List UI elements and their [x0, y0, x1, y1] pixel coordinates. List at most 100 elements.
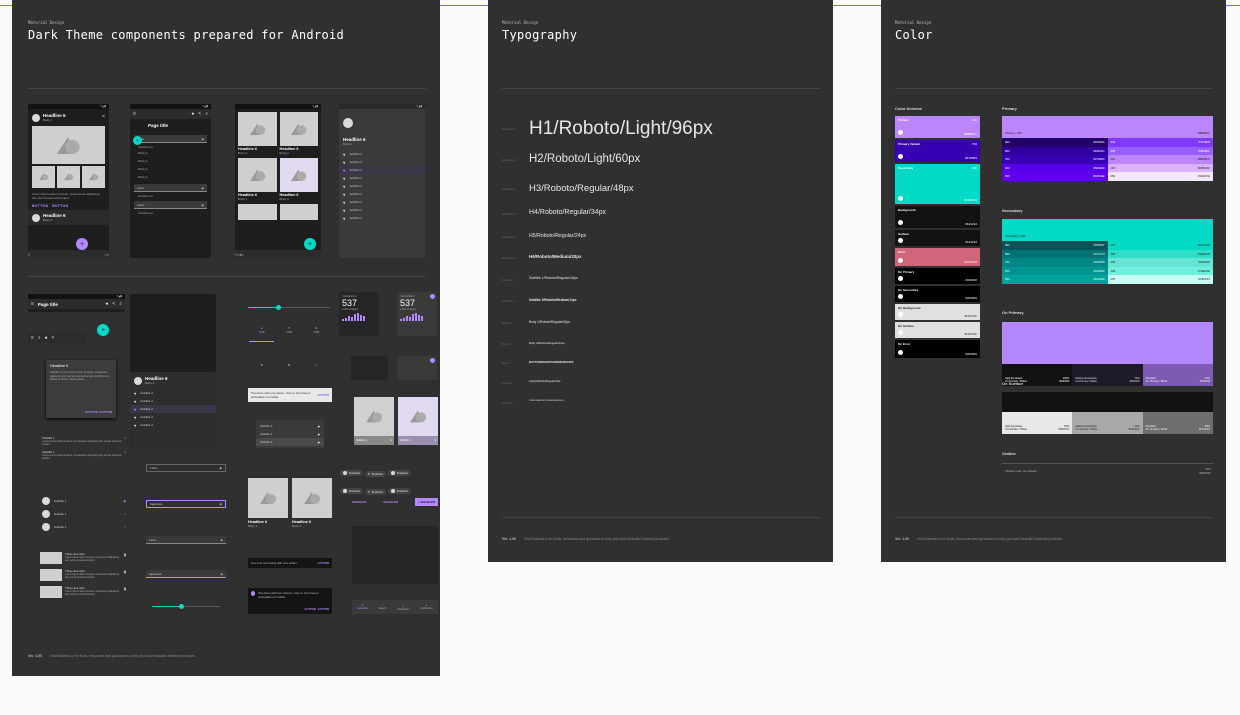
- scheme-swatch[interactable]: Primary Variant 700 #3700B3: [895, 140, 980, 162]
- scheme-swatch[interactable]: On Primary #000000: [895, 268, 980, 284]
- palette-cell[interactable]: 300 #30DDC9: [1107, 249, 1213, 258]
- menu-item[interactable]: Subtitle 1 ♥: [256, 430, 324, 438]
- menu-icon[interactable]: ≡: [28, 252, 30, 257]
- palette-cell[interactable]: 800 #017374: [1002, 249, 1108, 258]
- palette-cell[interactable]: 500 #6200EE: [1002, 172, 1108, 181]
- menu-item[interactable]: Subtitle 1 ♥: [256, 422, 324, 430]
- sheet-item[interactable]: ♥ Subtitle 2: [130, 413, 216, 421]
- chip[interactable]: Enabled: [387, 470, 411, 476]
- empty-card-selected[interactable]: [397, 356, 437, 380]
- nav-item-favorites[interactable]: ♥ Favorites: [357, 604, 367, 610]
- thumb[interactable]: [82, 166, 105, 188]
- menu-icon[interactable]: ≡: [31, 301, 34, 307]
- palette-cell[interactable]: 600 #5600E8: [1002, 163, 1108, 172]
- nav-item-information[interactable]: ⓘ Information: [397, 604, 410, 611]
- menu-icon[interactable]: ≡: [133, 111, 136, 117]
- scheme-swatch[interactable]: Background #121212: [895, 206, 980, 228]
- sheet-item[interactable]: ♥ Subtitle 2: [130, 421, 216, 429]
- palette-cell[interactable]: 300 #985EFF: [1107, 146, 1213, 155]
- palette-cell[interactable]: 700 #3700B3: [1002, 155, 1108, 164]
- scheme-swatch[interactable]: Error #CF6679: [895, 248, 980, 266]
- fab-button[interactable]: +: [133, 136, 142, 145]
- radio-item[interactable]: Subtitle 1 ○: [42, 507, 126, 520]
- chip[interactable]: ♥ Enabled: [365, 489, 386, 495]
- filled-field-focused[interactable]: Input text ◉: [146, 570, 226, 578]
- nav-item-search[interactable]: ⌕ Search: [378, 604, 386, 610]
- fab-button[interactable]: +: [97, 324, 109, 336]
- sheet-item[interactable]: ♥ Subtitle 2: [130, 389, 216, 397]
- palette-cell[interactable]: 500 #01A299: [1002, 275, 1108, 284]
- fab-button[interactable]: +: [304, 238, 316, 250]
- scheme-swatch[interactable]: Secondary 200 #03DAC6: [895, 164, 980, 204]
- palette-cell[interactable]: 200 #66E5D6: [1107, 258, 1213, 267]
- image-card[interactable]: Headline 6 Body 2: [292, 478, 332, 528]
- text-field[interactable]: Label◉: [134, 184, 207, 192]
- share-icon[interactable]: <: [102, 115, 105, 120]
- contained-button[interactable]: + ENABLED: [414, 498, 438, 506]
- radio-item[interactable]: Subtitle 1 ○: [42, 520, 126, 533]
- palette-cell[interactable]: 400 #7F39FB: [1107, 138, 1213, 147]
- drawer-item[interactable]: ♥ Subtitle 2: [339, 182, 425, 190]
- tab[interactable]: ⚙ TAB: [304, 326, 329, 342]
- search-icon[interactable]: ⌕: [205, 111, 208, 117]
- drawer-item[interactable]: ♥ Subtitle 2: [339, 174, 425, 182]
- card-button[interactable]: BUTTON: [32, 204, 48, 208]
- palette-cell[interactable]: 050 #F2E7FE: [1107, 172, 1213, 181]
- palette-cell[interactable]: 900 #23036A: [1002, 138, 1108, 147]
- drawer-item[interactable]: ♥ Subtitle 2: [339, 158, 425, 166]
- bell-icon[interactable]: ♠: [288, 362, 290, 371]
- scheme-swatch[interactable]: On Secondary #000000: [895, 286, 980, 302]
- outlined-button[interactable]: ENABLED: [383, 500, 398, 504]
- nav-item-notification[interactable]: ♠ Notification: [420, 604, 432, 610]
- menu-item-selected[interactable]: Subtitle 1 ♥: [256, 438, 324, 446]
- drawer-item[interactable]: ♥ Subtitle 2: [339, 190, 425, 198]
- palette-cell[interactable]: 800 #30009C: [1002, 146, 1108, 155]
- drawer-item[interactable]: ♥ Subtitle 2: [339, 206, 425, 214]
- search-icon[interactable]: ⌕: [119, 301, 122, 307]
- chip[interactable]: Enabled: [340, 488, 364, 494]
- thumb[interactable]: [57, 166, 80, 188]
- chip[interactable]: ♥ Enabled: [365, 471, 386, 477]
- chip[interactable]: Enabled: [340, 470, 364, 476]
- snackbar-action[interactable]: ACTION: [318, 607, 330, 611]
- drawer-item[interactable]: ♥ Subtitle 2: [339, 150, 425, 158]
- text-field[interactable]: Label◉: [134, 201, 207, 209]
- share-icon[interactable]: <: [315, 362, 317, 371]
- share-icon[interactable]: <: [112, 301, 115, 307]
- grid-tile[interactable]: [238, 204, 277, 220]
- image-card[interactable]: Headline 6 Body 2: [248, 478, 288, 528]
- slider[interactable]: [248, 305, 330, 310]
- thumb[interactable]: [32, 166, 55, 188]
- palette-cell[interactable]: 050 #C8FFF4: [1107, 275, 1213, 284]
- text-button[interactable]: ENABLED: [352, 500, 367, 504]
- snackbar-action[interactable]: ACTION: [304, 607, 316, 611]
- bell-icon[interactable]: ♠: [261, 362, 263, 371]
- tab[interactable]: ♠ TAB: [249, 326, 274, 342]
- tab[interactable]: ♥ TAB: [277, 326, 302, 342]
- share-icon[interactable]: <: [198, 111, 201, 117]
- drawer-item[interactable]: ♥ Subtitle 2: [339, 214, 425, 222]
- dialog-button[interactable]: BUTTON: [85, 410, 97, 414]
- palette-cell[interactable]: 900 #005457: [1002, 241, 1108, 250]
- grid-tile[interactable]: Headline 6 Body 2: [279, 112, 318, 155]
- scheme-swatch[interactable]: Primary 200 #BB86FC: [895, 116, 980, 138]
- palette-cell[interactable]: 400 #03DAC5: [1107, 241, 1213, 250]
- scheme-swatch[interactable]: On Background #FFFFFF: [895, 304, 980, 320]
- image-card[interactable]: Subtitle 1 ♥: [354, 397, 394, 445]
- snackbar-action[interactable]: ACTION: [318, 561, 330, 565]
- palette-cell[interactable]: 100 #DBB2FF: [1107, 163, 1213, 172]
- grid-tile[interactable]: Headline 6 Body 2: [279, 158, 318, 201]
- drawer-item-selected[interactable]: ♥ Subtitle 2: [339, 166, 425, 174]
- palette-cell[interactable]: 700 #018786: [1002, 258, 1108, 267]
- outlined-field[interactable]: Label ◉: [146, 464, 226, 472]
- filled-field[interactable]: Label ◉: [146, 536, 226, 544]
- stat-card[interactable]: Connections 537 +12% of target: [397, 292, 437, 336]
- grid-tile[interactable]: Headline 6 Body 2: [238, 112, 277, 155]
- search-icon[interactable]: ⌕: [107, 252, 109, 257]
- scheme-swatch[interactable]: On Error #000000: [895, 340, 980, 358]
- card-button[interactable]: BUTTON: [52, 204, 68, 208]
- share-icon[interactable]: <: [242, 252, 244, 257]
- bell-icon[interactable]: ♠: [192, 111, 195, 117]
- chip[interactable]: Enabled: [387, 488, 411, 494]
- fab-add-button[interactable]: +: [76, 238, 88, 250]
